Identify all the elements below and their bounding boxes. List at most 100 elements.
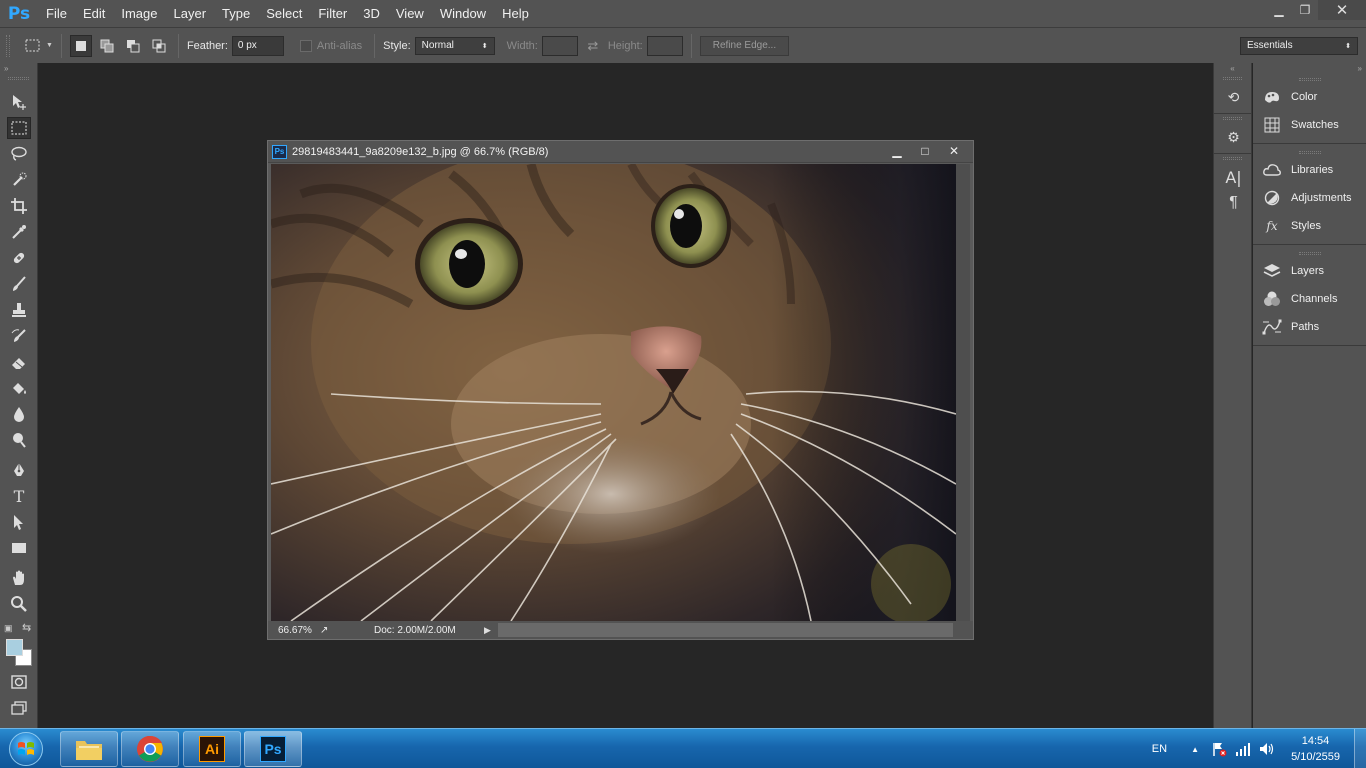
eraser-tool[interactable]	[7, 351, 31, 373]
menu-filter[interactable]: Filter	[310, 0, 355, 27]
panel-styles[interactable]: fx Styles	[1253, 212, 1366, 240]
menu-layer[interactable]: Layer	[166, 0, 215, 27]
expand-panels-icon[interactable]: «	[1214, 63, 1251, 75]
options-bar-grip[interactable]	[6, 34, 10, 57]
image-canvas[interactable]	[271, 164, 956, 621]
menu-select[interactable]: Select	[258, 0, 310, 27]
crop-tool[interactable]	[7, 195, 31, 217]
anti-alias-checkbox[interactable]	[299, 39, 312, 52]
feather-input[interactable]: 0 px	[231, 35, 284, 56]
icon-strip-grip[interactable]	[1223, 77, 1242, 80]
share-icon[interactable]: ↗	[320, 625, 334, 636]
quick-mask-button[interactable]	[7, 671, 31, 693]
history-panel-button[interactable]: ⟲	[1214, 84, 1253, 110]
close-button[interactable]: ✕	[1318, 0, 1366, 20]
eyedropper-tool[interactable]	[7, 221, 31, 243]
taskbar-chrome[interactable]	[121, 731, 179, 767]
pen-tool[interactable]	[7, 459, 31, 481]
clone-stamp-tool[interactable]	[7, 299, 31, 321]
show-hidden-icons-icon[interactable]: ▲	[1187, 741, 1203, 757]
paint-bucket-tool[interactable]	[7, 377, 31, 399]
zoom-tool[interactable]	[7, 593, 31, 615]
foreground-color-swatch[interactable]	[6, 639, 23, 656]
panel-color[interactable]: Color	[1253, 83, 1366, 111]
minimize-button[interactable]: ▁	[1266, 0, 1292, 20]
swap-colors-icon[interactable]: ⇆	[22, 621, 31, 634]
taskbar-photoshop[interactable]: Ps	[244, 731, 302, 767]
properties-panel-button[interactable]: ⚙	[1214, 124, 1253, 150]
show-desktop-button[interactable]	[1354, 729, 1366, 768]
menu-window[interactable]: Window	[432, 0, 494, 27]
panel-group-grip[interactable]	[1253, 148, 1366, 156]
rectangular-marquee-tool[interactable]	[7, 117, 31, 139]
subtract-from-selection-button[interactable]	[122, 35, 144, 57]
blur-tool[interactable]	[7, 403, 31, 425]
icon-strip-grip[interactable]	[1223, 117, 1242, 120]
menu-type[interactable]: Type	[214, 0, 258, 27]
photoshop-logo[interactable]: Ps	[0, 0, 38, 27]
zoom-level[interactable]: 66.67%	[268, 625, 320, 636]
menu-help[interactable]: Help	[494, 0, 537, 27]
canvas-horizontal-scrollbar[interactable]	[498, 623, 953, 637]
path-selection-tool[interactable]	[7, 511, 31, 533]
doc-maximize-button[interactable]: □	[911, 142, 939, 160]
menu-view[interactable]: View	[388, 0, 432, 27]
icon-strip-grip[interactable]	[1223, 157, 1242, 160]
taskbar-illustrator[interactable]: Ai	[183, 731, 241, 767]
taskbar-file-explorer[interactable]	[60, 731, 118, 767]
height-input[interactable]	[646, 35, 683, 56]
style-value: Normal	[421, 40, 454, 51]
add-to-selection-button[interactable]	[96, 35, 118, 57]
menu-file[interactable]: File	[38, 0, 75, 27]
collapse-toolbar-icon[interactable]: »	[0, 63, 37, 75]
healing-brush-tool[interactable]	[7, 247, 31, 269]
toolbar-grip[interactable]	[8, 77, 29, 80]
doc-close-button[interactable]: ✕	[939, 142, 969, 160]
panel-swatches[interactable]: Swatches	[1253, 111, 1366, 139]
panel-libraries[interactable]: Libraries	[1253, 156, 1366, 184]
lasso-tool[interactable]	[7, 143, 31, 165]
swap-dimensions-button[interactable]: ⇄	[584, 38, 602, 54]
width-input[interactable]	[541, 35, 578, 56]
menu-3d[interactable]: 3D	[355, 0, 388, 27]
default-colors-icon[interactable]: ▣	[4, 623, 13, 634]
move-tool[interactable]	[7, 91, 31, 113]
canvas-vertical-scrollbar[interactable]	[956, 164, 970, 621]
panel-group-grip[interactable]	[1253, 249, 1366, 257]
panel-paths[interactable]: Paths	[1253, 313, 1366, 341]
language-indicator[interactable]: EN	[1152, 743, 1167, 755]
volume-icon[interactable]	[1259, 741, 1275, 757]
refine-edge-button[interactable]: Refine Edge...	[699, 35, 790, 56]
hand-tool[interactable]	[7, 567, 31, 589]
history-brush-tool[interactable]	[7, 325, 31, 347]
screen-mode-button[interactable]	[7, 697, 31, 719]
character-panel-button[interactable]: A|	[1214, 164, 1253, 190]
panel-channels[interactable]: Channels	[1253, 285, 1366, 313]
preset-dropdown-arrow-icon[interactable]: ▼	[46, 42, 53, 49]
menu-image[interactable]: Image	[113, 0, 165, 27]
type-tool[interactable]: T	[7, 485, 31, 507]
status-menu-arrow-icon[interactable]: ▶	[484, 625, 498, 636]
panel-layers[interactable]: Layers	[1253, 257, 1366, 285]
new-selection-button[interactable]	[69, 34, 92, 57]
start-button[interactable]	[4, 730, 48, 768]
action-center-flag-icon[interactable]	[1211, 741, 1227, 757]
doc-minimize-button[interactable]: ▁	[883, 142, 911, 160]
document-titlebar[interactable]: Ps 29819483441_9a8209e132_b.jpg @ 66.7% …	[268, 141, 973, 163]
rectangle-tool[interactable]	[7, 537, 31, 559]
workspace-select[interactable]: Essentials ⬍	[1240, 36, 1358, 55]
dodge-tool[interactable]	[7, 429, 31, 451]
quick-selection-tool[interactable]	[7, 169, 31, 191]
restore-button[interactable]: ❐	[1292, 0, 1318, 20]
system-clock[interactable]: 14:54 5/10/2559	[1291, 733, 1340, 765]
panel-group-grip[interactable]	[1253, 75, 1366, 83]
network-signal-icon[interactable]	[1235, 741, 1251, 757]
collapse-panels-icon[interactable]: »	[1253, 63, 1366, 75]
tool-preset-picker[interactable]	[22, 35, 44, 57]
panel-adjustments[interactable]: Adjustments	[1253, 184, 1366, 212]
brush-tool[interactable]	[7, 273, 31, 295]
intersect-selection-button[interactable]	[148, 35, 170, 57]
style-select[interactable]: Normal ⬍	[414, 36, 495, 55]
menu-edit[interactable]: Edit	[75, 0, 113, 27]
paragraph-panel-button[interactable]: ¶	[1214, 190, 1253, 216]
